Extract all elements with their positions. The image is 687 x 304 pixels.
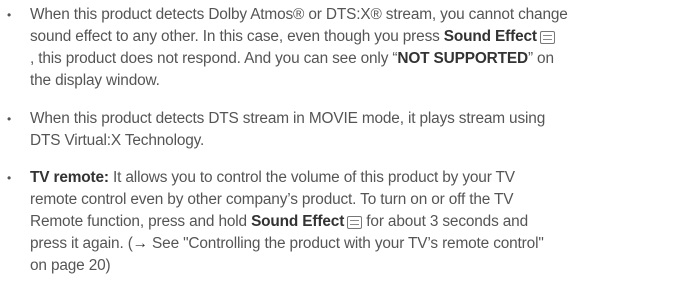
bullet-icon: • — [7, 112, 12, 126]
manual-page: • When this product detects Dolby Atmos®… — [0, 4, 687, 304]
text-line: , this product does not respond. And you… — [30, 50, 554, 67]
text-line: remote control even by other company’s p… — [30, 191, 514, 208]
text-line: When this product detects Dolby Atmos® o… — [30, 6, 568, 23]
arrow-right-icon: → — [132, 235, 148, 252]
tv-remote-label: TV remote: — [30, 169, 109, 186]
text-line: on page 20) — [30, 257, 111, 274]
text-line: sound effect to any other. In this case,… — [30, 26, 681, 48]
sound-effect-button-icon — [347, 216, 363, 229]
text-line: Remote function, press and hold Sound Ef… — [30, 213, 528, 230]
text-line: TV remote: It allows you to control the … — [30, 169, 515, 186]
bullet-icon: • — [7, 8, 12, 22]
text-line: When this product detects DTS stream in … — [30, 110, 546, 127]
not-supported-label: NOT SUPPORTED — [397, 50, 528, 67]
sound-effect-label: Sound Effect — [443, 28, 537, 45]
list-item-tv-remote: • TV remote: It allows you to control th… — [0, 167, 687, 277]
sound-effect-button-icon — [539, 31, 555, 44]
bullet-list: • When this product detects Dolby Atmos®… — [0, 4, 687, 277]
text-line: DTS Virtual:X Technology. — [30, 132, 205, 149]
list-item-atmos-dtsx: • When this product detects Dolby Atmos®… — [0, 4, 687, 92]
list-item-dts-movie: • When this product detects DTS stream i… — [0, 108, 687, 152]
text-line: press it again. (→ See "Controlling the … — [30, 235, 544, 252]
bullet-icon: • — [7, 171, 12, 185]
sound-effect-label: Sound Effect — [251, 213, 345, 230]
text-line: the display window. — [30, 72, 160, 89]
